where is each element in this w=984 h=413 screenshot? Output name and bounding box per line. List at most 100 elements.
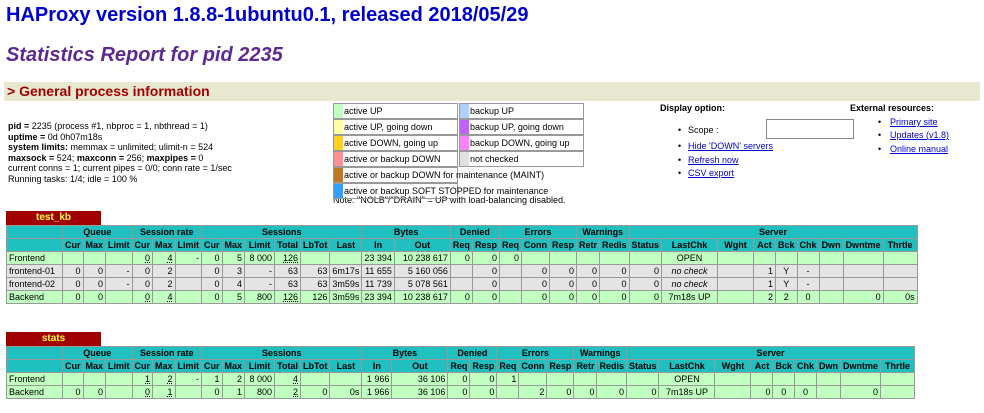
table-cell: 0	[300, 385, 331, 399]
table-cell[interactable]: Frontend	[6, 251, 63, 265]
table-cell: 3	[221, 264, 246, 278]
table-cell: 0	[131, 264, 154, 278]
table-cell[interactable]: frontend-01	[6, 264, 63, 278]
legend-label: active or backup SOFT STOPPED for mainte…	[344, 186, 549, 196]
header-chk: Chk	[793, 359, 818, 373]
online-manual-link[interactable]: Online manual	[890, 144, 948, 154]
header-bck: Bck	[772, 359, 795, 373]
table-cell: 1	[152, 385, 176, 399]
table-cell: 23 394	[361, 290, 395, 304]
table-row: Frontend 0 4-0 5 8 000 126 23 394 10 238 617 0 0 0…	[6, 251, 918, 265]
table-cell: 0	[546, 385, 575, 399]
table-cell: 0	[750, 385, 774, 399]
table-cell: 0	[599, 290, 630, 304]
hide-down-link[interactable]: Hide 'DOWN' servers	[688, 141, 773, 151]
legend-item: active UP	[333, 103, 458, 119]
header-retr: Retr	[573, 359, 598, 373]
header-max: Max	[221, 238, 246, 252]
table-cell	[717, 264, 755, 278]
table-cell	[329, 251, 363, 265]
table-cell: 0	[471, 290, 500, 304]
header-limit: Limit	[105, 359, 133, 373]
legend-label: active or backup DOWN for maintenance (M…	[344, 170, 545, 180]
table-cell: 0	[82, 385, 107, 399]
header-cur: Cur	[201, 238, 223, 252]
table-cell: 1 966	[361, 385, 393, 399]
table-cell	[105, 290, 133, 304]
table-cell[interactable]: Backend	[6, 385, 63, 399]
table-cell: 63	[274, 264, 302, 278]
header-conn: Conn	[520, 238, 550, 252]
table-cell: 0	[131, 290, 154, 304]
proxy-name-test-kb[interactable]: test_kb	[6, 211, 101, 225]
running-tasks: Running tasks: 1/4; idle = 100 %	[8, 173, 138, 184]
table-cell: 0	[573, 385, 598, 399]
table-cell[interactable]: Backend	[6, 290, 63, 304]
table-cell: 2	[152, 264, 176, 278]
table-cell: 0	[596, 385, 627, 399]
header-blank	[6, 238, 63, 252]
table-cell	[174, 385, 203, 399]
table-cell: -	[796, 277, 820, 291]
proxy-name-stats[interactable]: stats	[6, 332, 101, 346]
table-cell: 7m18s UP	[661, 290, 719, 304]
table-cell: 1	[201, 372, 223, 386]
bullet-icon: •	[878, 117, 882, 127]
header-resp: Resp	[469, 359, 498, 373]
table-cell	[882, 277, 918, 291]
table-cell	[518, 372, 548, 386]
header-group-denied: Denied	[447, 346, 498, 360]
header-last: Last	[329, 238, 363, 252]
table-cell	[596, 372, 627, 386]
legend-label: backup UP, going down	[470, 122, 564, 132]
legend-label: active or backup DOWN	[344, 154, 441, 164]
table-cell: 0	[520, 290, 550, 304]
table-cell: 800	[244, 290, 276, 304]
table-cell	[842, 277, 884, 291]
refresh-link[interactable]: Refresh now	[688, 155, 739, 165]
table-cell: 0	[840, 385, 882, 399]
table-cell[interactable]: frontend-02	[6, 277, 63, 291]
table-cell: 36 106	[391, 372, 449, 386]
limits-value: memmax = unlimited; ulimit-n = 524	[68, 142, 214, 152]
table-cell	[882, 264, 918, 278]
bullet-icon: •	[678, 141, 682, 151]
table-cell: 0	[469, 385, 498, 399]
table-cell[interactable]: Frontend	[6, 372, 63, 386]
table-cell: no check	[661, 264, 719, 278]
table-cell: 23 394	[361, 251, 395, 265]
section-header-general: > General process information	[4, 82, 980, 101]
header-req: Req	[498, 238, 522, 252]
table-cell: 5 160 056	[393, 264, 451, 278]
table-cell: 5	[221, 290, 246, 304]
table-cell: 2	[152, 277, 176, 291]
table-cell: 2	[518, 385, 548, 399]
table-cell	[174, 264, 203, 278]
table-cell: 0	[575, 264, 601, 278]
legend-swatch	[334, 152, 343, 166]
table-cell: 0	[82, 264, 107, 278]
header-cur: Cur	[62, 238, 84, 252]
manual-row: • Online manual	[878, 144, 948, 154]
header-bck: Bck	[775, 238, 798, 252]
legend-item: active or backup DOWN	[333, 151, 458, 167]
table-cell: 0	[131, 251, 154, 265]
primary-site-link[interactable]: Primary site	[890, 117, 938, 127]
legend-label: backup UP	[470, 106, 515, 116]
updates-link[interactable]: Updates (v1.8)	[890, 130, 949, 140]
table-cell: 0	[471, 264, 500, 278]
table-cell: 1	[221, 385, 246, 399]
csv-export-link[interactable]: CSV export	[688, 168, 734, 178]
scope-input[interactable]	[766, 119, 854, 139]
table-row: Backend 0 0 0 1 0 1 800 2 0 0s 1 966 36 106 0 0 2 0 0 0 0 7m…	[6, 385, 916, 399]
table-cell: 0	[469, 372, 498, 386]
table-cell: 0	[599, 264, 630, 278]
header-group-bytes: Bytes	[361, 346, 449, 360]
header-limit: Limit	[105, 238, 133, 252]
table-cell	[599, 251, 630, 265]
table-cell: 3m59s	[329, 277, 363, 291]
table-cell	[62, 372, 84, 386]
legend-swatch	[460, 120, 469, 134]
table-cell: 0	[131, 385, 154, 399]
table-cell: 10 238 617	[393, 290, 451, 304]
